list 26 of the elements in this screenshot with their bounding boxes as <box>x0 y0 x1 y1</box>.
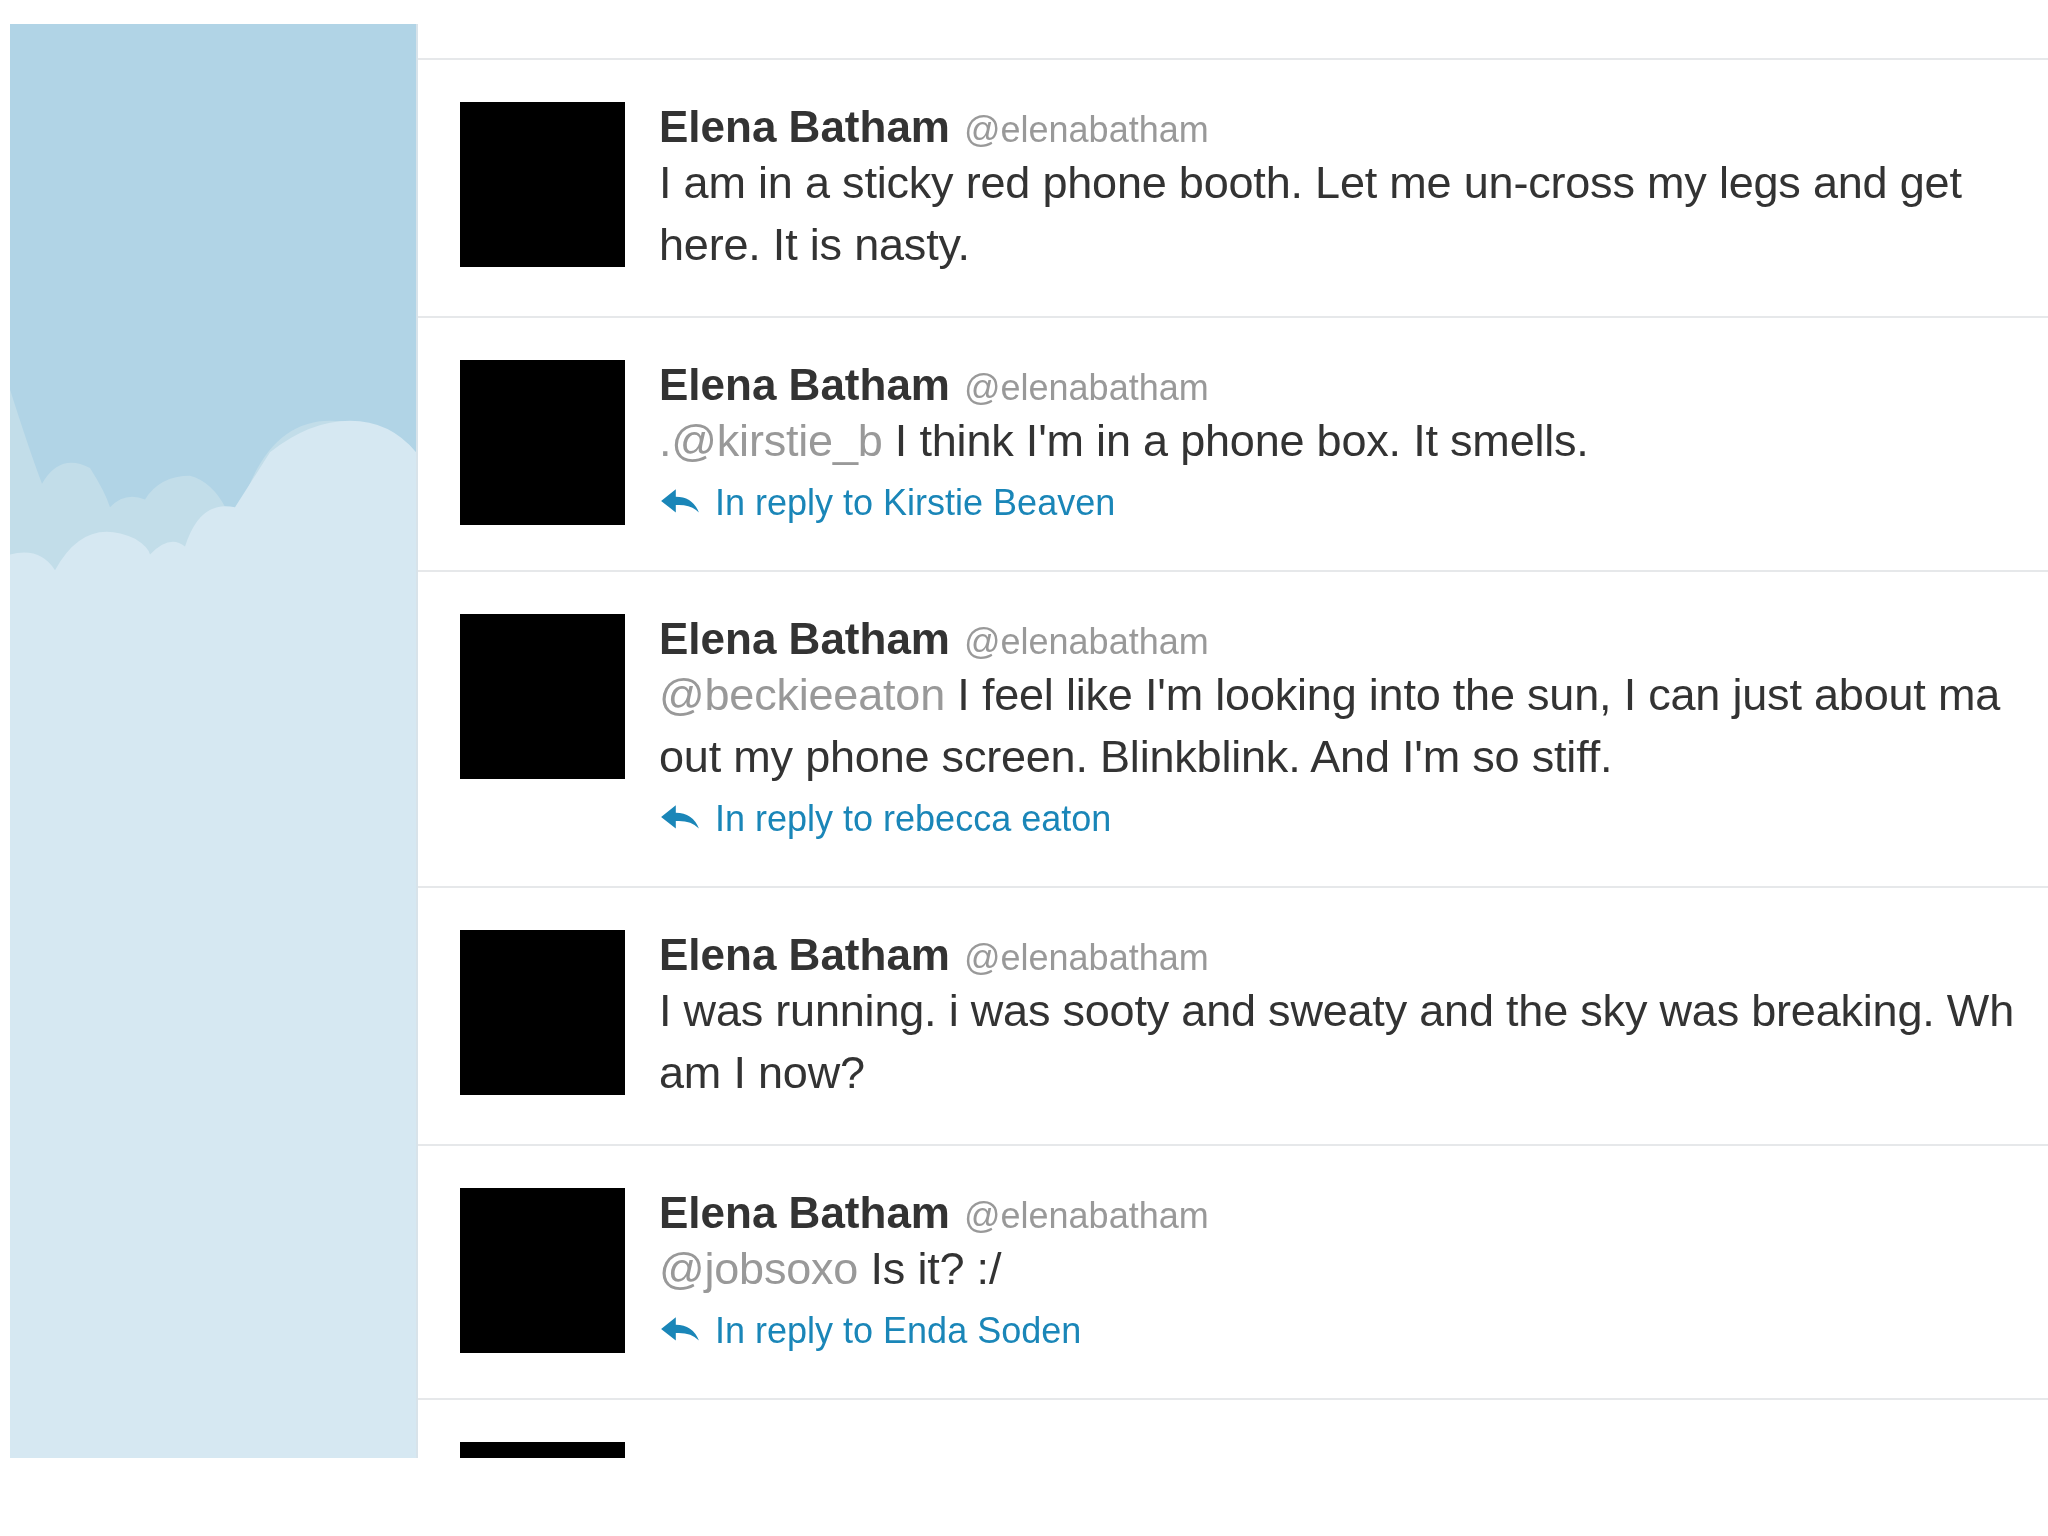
tweet-text: I was running. i was sooty and sweaty and the sky was breaking. Wh <box>659 984 2014 1038</box>
tweet-text: @jobsoxo Is it? :/ <box>659 1242 1003 1296</box>
user-name[interactable]: Elena Batham <box>659 1188 950 1238</box>
in-reply-to-link[interactable]: In reply to rebecca eaton <box>715 798 1112 840</box>
avatar-placeholder[interactable] <box>460 930 625 1095</box>
tweet-text: I am in a sticky red phone booth. Let me un-cross my legs and get <box>659 156 1962 210</box>
avatar-placeholder[interactable] <box>460 614 625 779</box>
tweet-text: .@kirstie_b I think I'm in a phone box. It smells. <box>659 414 1589 468</box>
user-name[interactable]: Elena Batham <box>659 102 950 152</box>
in-reply-to-link[interactable]: In reply to Kirstie Beaven <box>715 482 1116 524</box>
user-name[interactable]: Elena Batham <box>659 614 950 664</box>
user-name[interactable]: Elena Batham <box>659 360 950 410</box>
avatar-placeholder[interactable] <box>460 102 625 267</box>
user-handle[interactable]: @elenabatham <box>964 1195 1209 1237</box>
tweet-text: out my phone screen. Blinkblink. And I'm so stiff. <box>659 730 1614 784</box>
user-handle[interactable]: @elenabatham <box>964 937 1209 979</box>
avatar-placeholder[interactable] <box>460 1188 625 1353</box>
tweet-text: here. It is nasty. <box>659 218 971 272</box>
tweet-text: am I now? <box>659 1046 866 1100</box>
avatar-placeholder[interactable] <box>460 360 625 525</box>
user-handle[interactable]: @elenabatham <box>964 367 1209 409</box>
user-handle[interactable]: @elenabatham <box>964 621 1209 663</box>
user-handle[interactable]: @elenabatham <box>964 109 1209 151</box>
tweet-text: @beckieeaton I feel like I'm looking into the sun, I can just about ma <box>659 668 2001 722</box>
user-name[interactable]: Elena Batham <box>659 930 950 980</box>
in-reply-to-link[interactable]: In reply to Enda Soden <box>715 1310 1082 1352</box>
